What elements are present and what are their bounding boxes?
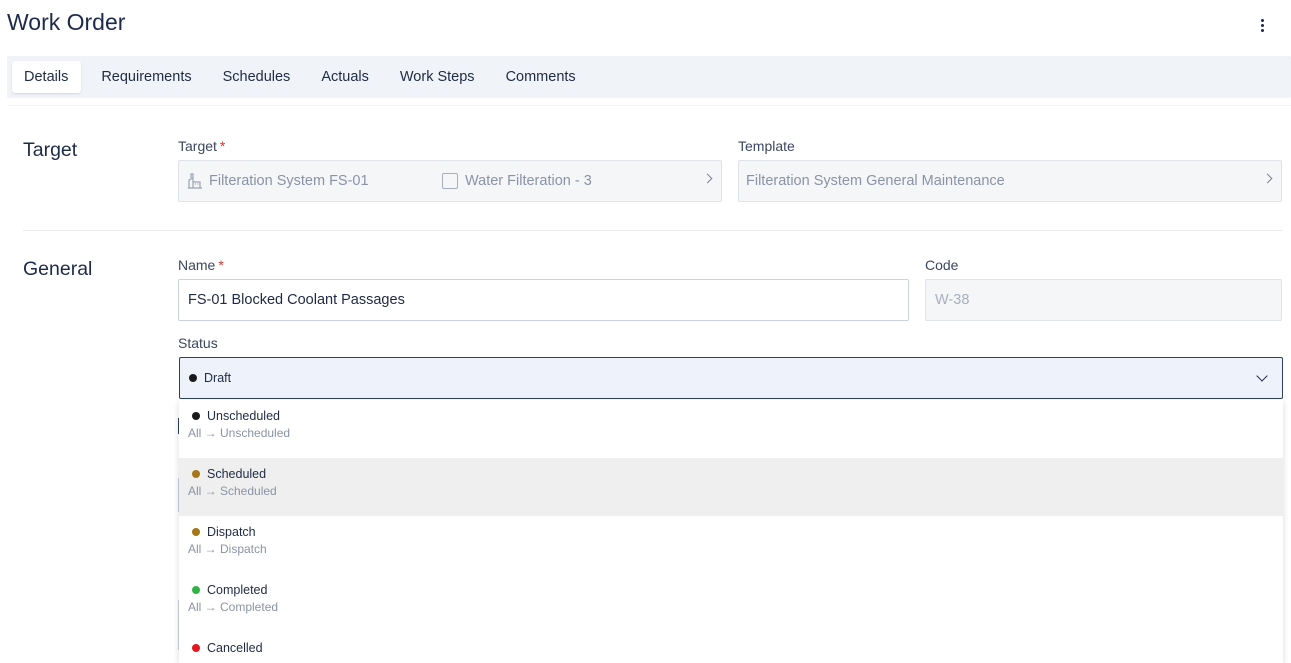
tab-schedules[interactable]: Schedules <box>207 61 306 93</box>
section-divider <box>23 230 1282 231</box>
name-input[interactable]: FS-01 Blocked Coolant Passages <box>178 279 909 321</box>
status-option-scheduled[interactable]: Scheduled All → Scheduled <box>179 458 1283 516</box>
code-field-label: Code <box>925 257 959 273</box>
target-subasset-name: Water Filteration - 3 <box>465 173 592 189</box>
section-title-general: General <box>23 258 93 280</box>
status-option-label: Scheduled <box>207 467 267 481</box>
target-picker[interactable]: Filteration System FS-01 Water Filterati… <box>178 160 722 202</box>
status-option-path: All → Dispatch <box>188 542 267 556</box>
status-option-label: Dispatch <box>207 525 256 539</box>
chevron-down-icon <box>1256 370 1268 382</box>
code-input: W-38 <box>925 279 1282 321</box>
work-order-page: Work Order Details Requirements Schedule… <box>0 0 1291 663</box>
status-dropdown-menu: Unscheduled All → Unscheduled Scheduled … <box>179 400 1283 663</box>
tab-details[interactable]: Details <box>12 61 82 93</box>
status-option-path: All → Scheduled <box>188 484 277 498</box>
tab-requirements[interactable]: Requirements <box>85 61 206 93</box>
template-picker[interactable]: Filteration System General Maintenance <box>738 160 1282 202</box>
status-selected-value: Draft <box>204 371 232 385</box>
template-value: Filteration System General Maintenance <box>746 173 1005 189</box>
status-field-label: Status <box>178 335 218 351</box>
target-subasset-chip: Water Filteration - 3 <box>442 173 592 189</box>
code-input-value: W-38 <box>935 292 970 308</box>
tab-work-steps[interactable]: Work Steps <box>384 61 490 93</box>
status-dot-icon <box>192 586 200 594</box>
template-field-label: Template <box>738 138 795 154</box>
name-field-label: Name * <box>178 257 224 273</box>
facility-icon <box>188 173 202 189</box>
status-option-unscheduled[interactable]: Unscheduled All → Unscheduled <box>179 400 1283 458</box>
tab-actuals[interactable]: Actuals <box>305 61 384 93</box>
section-title-target: Target <box>23 139 78 161</box>
required-marker: * <box>219 138 226 154</box>
target-field-label: Target * <box>178 138 226 154</box>
status-dot-icon <box>192 528 200 536</box>
name-input-value: FS-01 Blocked Coolant Passages <box>188 292 405 308</box>
status-option-label: Unscheduled <box>207 409 280 423</box>
required-marker: * <box>218 257 224 273</box>
page-title: Work Order <box>7 9 126 35</box>
status-option-path: All → Completed <box>188 600 279 614</box>
target-asset-name: Filteration System FS-01 <box>209 173 369 189</box>
status-dot-icon <box>192 644 200 652</box>
header-divider <box>7 105 1291 106</box>
target-asset-chip: Filteration System FS-01 <box>186 172 369 190</box>
status-option-label: Completed <box>207 583 268 597</box>
chevron-right-icon <box>702 173 713 184</box>
chevron-right-icon <box>1262 173 1273 184</box>
more-options-icon[interactable] <box>1252 14 1272 36</box>
tab-comments[interactable]: Comments <box>490 61 591 93</box>
status-option-label: Cancelled <box>207 641 263 655</box>
status-option-path: All → Unscheduled <box>188 426 291 440</box>
tab-bar: Details Requirements Schedules Actuals W… <box>7 56 1291 98</box>
status-dot-icon <box>189 374 197 382</box>
status-dot-icon <box>192 412 200 420</box>
status-select[interactable]: Draft <box>179 357 1283 399</box>
status-option-dispatch[interactable]: Dispatch All → Dispatch <box>179 516 1283 574</box>
status-dot-icon <box>192 470 200 478</box>
status-option-completed[interactable]: Completed All → Completed <box>179 574 1283 632</box>
status-option-cancelled[interactable]: Cancelled <box>179 632 1283 663</box>
subasset-checkbox-icon <box>442 173 458 189</box>
